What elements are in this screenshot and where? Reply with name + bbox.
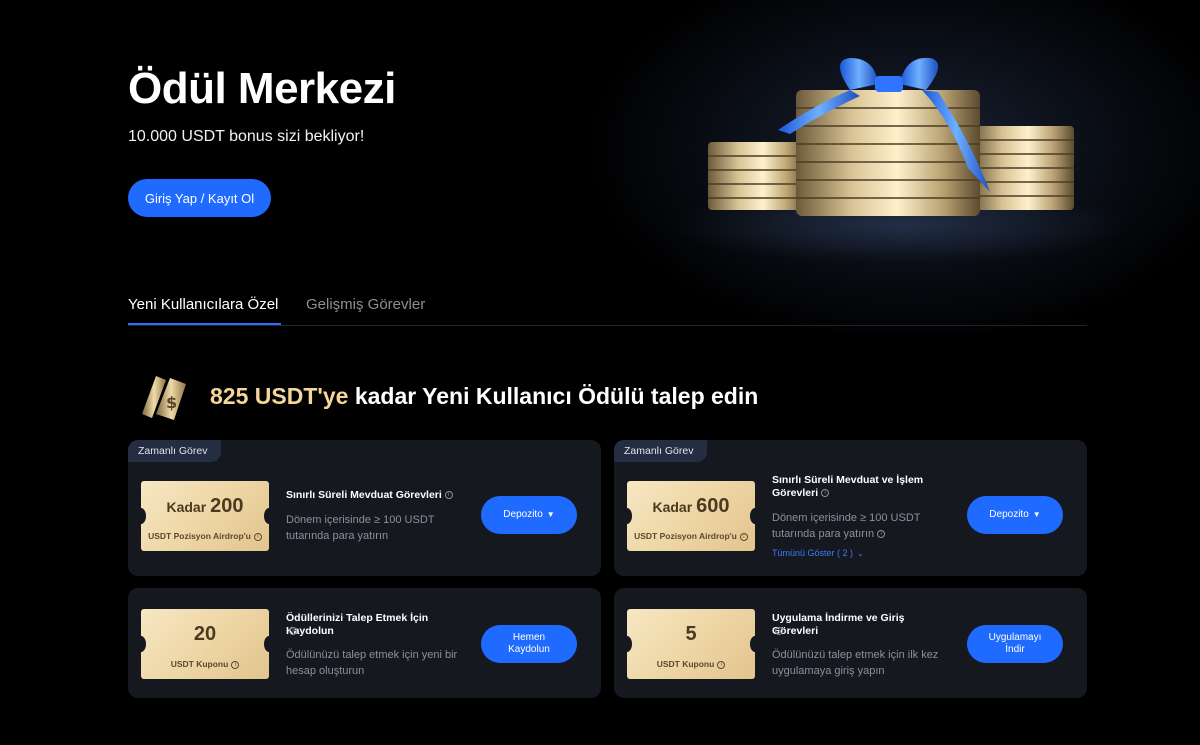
register-now-button[interactable]: Hemen Kaydolun xyxy=(481,625,577,663)
tab-advanced-tasks[interactable]: Gelişmiş Görevler xyxy=(306,296,425,325)
title-info: i xyxy=(286,625,466,638)
page-title: Ödül Merkezi xyxy=(128,64,396,113)
ticket-amount: 200 xyxy=(210,495,244,517)
info-icon[interactable]: i xyxy=(877,530,886,539)
info-icon[interactable]: i xyxy=(775,627,783,636)
task-description: Dönem içerisinde ≥ 100 USDT tutarında pa… xyxy=(772,512,921,540)
tab-new-users[interactable]: Yeni Kullanıcılara Özel xyxy=(128,296,281,325)
caret-down-icon: ▼ xyxy=(1032,510,1041,519)
ticket-label: USDT Pozisyon Airdrop'u i xyxy=(627,531,755,541)
reward-ticket: 20 USDT Kuponu i xyxy=(136,609,274,679)
reward-ticket: Kadar 600 USDT Pozisyon Airdrop'u i xyxy=(622,481,760,551)
task-description: Dönem içerisinde ≥ 100 USDT tutarında pa… xyxy=(286,514,435,542)
info-icon[interactable]: i xyxy=(253,532,262,541)
ticket-prefix: Kadar xyxy=(652,499,693,515)
download-app-button[interactable]: Uygulamayı İndir xyxy=(967,625,1063,663)
timed-task-badge: Zamanlı Görev xyxy=(614,440,708,462)
ticket-label: USDT Pozisyon Airdrop'u i xyxy=(141,531,269,541)
task-description: Ödülünüzü talep etmek için yeni bir hesa… xyxy=(286,649,458,677)
task-card-deposit-trade: Zamanlı Görev Kadar 600 USDT Pozisyon Air… xyxy=(614,440,1087,576)
chevron-down-icon: ⌄ xyxy=(857,549,864,558)
task-description: Ödülünüzü talep etmek için ilk kez uygul… xyxy=(772,649,939,677)
ticket-amount: 20 xyxy=(193,623,217,645)
heading-rest: kadar Yeni Kullanıcı Ödülü talep edin xyxy=(348,383,759,409)
task-card-app-download: 5 USDT Kuponu i Uygulama İndirme ve Giriş… xyxy=(614,588,1087,698)
login-register-button[interactable]: Giriş Yap / Kayıt Ol xyxy=(128,179,271,217)
gift-coins-illustration xyxy=(708,57,1074,216)
deposit-button[interactable]: Depozito ▼ xyxy=(481,496,577,534)
task-title: Sınırlı Süreli Mevduat ve İşlem Görevler… xyxy=(772,474,924,499)
title-info: i xyxy=(772,625,952,638)
timed-task-badge: Zamanlı Görev xyxy=(128,440,222,462)
page-subtitle: 10.000 USDT bonus sizi bekliyor! xyxy=(128,128,365,145)
deposit-button[interactable]: Depozito ▼ xyxy=(967,496,1063,534)
task-card-deposit: Zamanlı Görev Kadar 200 USDT Pozisyon Air… xyxy=(128,440,601,576)
ticket-label: USDT Kuponu i xyxy=(627,659,755,669)
task-title: Sınırlı Süreli Mevduat Görevleri i xyxy=(286,489,466,502)
show-all-link[interactable]: Tümünü Göster ( 2 ) ⌄ xyxy=(772,548,864,558)
ticket-prefix: Kadar xyxy=(166,499,207,515)
caret-down-icon: ▼ xyxy=(546,510,555,519)
ticket-amount: 600 xyxy=(696,495,730,517)
info-icon[interactable]: i xyxy=(231,660,240,669)
ticket-amount: 5 xyxy=(685,623,697,645)
reward-ticket: Kadar 200 USDT Pozisyon Airdrop'u i xyxy=(136,481,274,551)
section-heading: 825 USDT'ye kadar Yeni Kullanıcı Ödülü t… xyxy=(210,383,758,410)
info-icon[interactable]: i xyxy=(289,627,297,636)
info-icon[interactable]: i xyxy=(739,532,748,541)
usdt-coin-icon: $ xyxy=(142,376,186,420)
info-icon[interactable]: i xyxy=(717,660,726,669)
ticket-label: USDT Kuponu i xyxy=(141,659,269,669)
info-icon[interactable]: i xyxy=(444,491,453,500)
svg-text:$: $ xyxy=(166,393,177,412)
reward-ticket: 5 USDT Kuponu i xyxy=(622,609,760,679)
tab-bar: Yeni Kullanıcılara Özel Gelişmiş Görevle… xyxy=(128,296,1087,326)
heading-highlight: 825 USDT'ye xyxy=(210,383,349,409)
info-icon[interactable]: i xyxy=(821,489,830,498)
task-card-register: 20 USDT Kuponu i Ödüllerinizi Talep Etmek… xyxy=(128,588,601,698)
